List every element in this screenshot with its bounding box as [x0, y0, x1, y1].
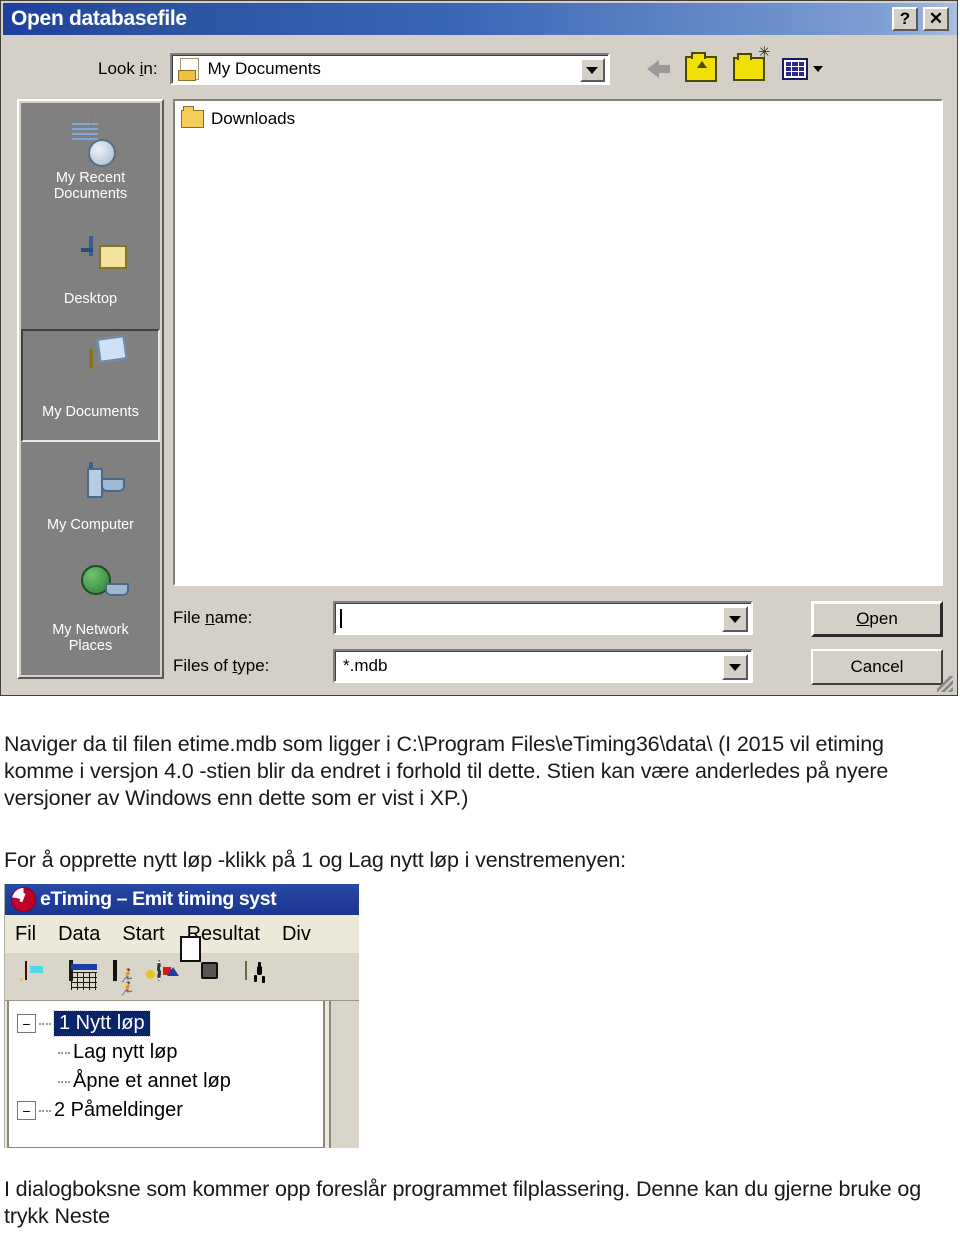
place-label: My Computer — [46, 516, 135, 533]
file-list[interactable]: Downloads — [173, 99, 943, 586]
my-computer-icon — [64, 461, 118, 514]
look-in-dropdown[interactable]: My Documents — [169, 53, 610, 85]
views-icon — [782, 58, 809, 80]
files-of-type-label: Files of type: — [173, 656, 270, 675]
look-in-label: Look in: — [98, 59, 158, 78]
recent-documents-icon — [64, 115, 118, 167]
paragraph-create-new-race: For å opprette nytt løp -klikk på 1 og L… — [4, 848, 626, 872]
place-my-recent-documents[interactable]: My Recent Documents — [21, 103, 160, 216]
back-button[interactable] — [636, 54, 670, 84]
up-one-level-button[interactable] — [684, 52, 718, 84]
dialog-title: Open databasefile — [11, 7, 187, 30]
menu-item-fil[interactable]: Fil — [15, 923, 36, 946]
my-documents-icon — [177, 58, 199, 81]
tree-item-pameldinger[interactable]: − 2 Påmeldinger — [17, 1096, 323, 1125]
place-label: My Network Places — [52, 621, 129, 654]
target-shapes-icon[interactable] — [146, 959, 187, 992]
place-my-network-places[interactable]: My Network Places — [21, 555, 160, 668]
menu-item-div[interactable]: Div — [282, 923, 311, 946]
place-my-computer[interactable]: My Computer — [21, 442, 160, 555]
places-bar: My Recent Documents Desktop My Documents … — [17, 99, 164, 679]
chevron-down-icon[interactable] — [579, 58, 605, 82]
folder-icon — [181, 106, 204, 128]
menu-item-start[interactable]: Start — [122, 923, 164, 946]
views-button[interactable] — [780, 54, 826, 84]
etiming-app-screenshot: eTiming – Emit timing syst Fil Data Star… — [4, 884, 359, 1148]
tree-connector — [39, 1109, 51, 1112]
dialog-toolbar — [636, 45, 826, 84]
look-in-row: Look in: My Documents — [1, 43, 959, 95]
resize-grip[interactable] — [937, 676, 953, 692]
collapse-icon[interactable]: − — [17, 1101, 36, 1120]
club-building-icon[interactable] — [201, 962, 231, 992]
tree-item-lag-nytt-lop[interactable]: Lag nytt løp — [17, 1038, 323, 1067]
file-name-label: File name: — [173, 608, 253, 627]
runners-film-icon[interactable]: 🏃🏃 — [113, 959, 143, 995]
place-desktop[interactable]: Desktop — [21, 216, 160, 329]
look-in-value: My Documents — [207, 59, 321, 78]
etiming-toolbar: 🏃🏃 — [5, 953, 359, 1001]
etiming-titlebar: eTiming – Emit timing syst — [5, 884, 359, 915]
open-databasefile-dialog: Open databasefile ? ✕ Look in: My Docume… — [0, 0, 958, 696]
spreadsheet-icon[interactable] — [69, 959, 99, 992]
text-caret — [340, 608, 342, 628]
dialog-titlebar: Open databasefile ? ✕ — [3, 3, 957, 35]
place-label: My Documents — [42, 403, 139, 420]
chevron-down-icon[interactable] — [722, 654, 748, 680]
blue-circle-icon[interactable] — [289, 962, 319, 992]
tree-item-label: Åpne et annet løp — [73, 1070, 231, 1092]
network-places-icon — [64, 566, 118, 619]
file-name-input[interactable] — [333, 601, 753, 635]
menu-item-data[interactable]: Data — [58, 923, 100, 946]
tree-connector — [58, 1080, 70, 1083]
tree-item-apne-et-annet-lop[interactable]: Åpne et annet løp — [17, 1067, 323, 1096]
my-documents-icon — [64, 348, 118, 401]
close-icon[interactable]: ✕ — [923, 7, 949, 31]
open-button[interactable]: Open — [811, 601, 943, 637]
etiming-right-panel — [329, 1001, 359, 1148]
new-folder-icon — [732, 45, 771, 81]
up-folder-icon — [684, 52, 717, 82]
file-name-row: File name: — [173, 601, 753, 635]
etiming-logo-icon — [11, 887, 36, 912]
files-of-type-dropdown[interactable]: *.mdb — [333, 649, 753, 683]
help-button[interactable]: ? — [892, 7, 918, 31]
chevron-down-icon — [813, 66, 824, 72]
tree-item-label: 2 Påmeldinger — [54, 1099, 183, 1121]
etiming-title: eTiming – Emit timing syst — [40, 888, 277, 910]
chevron-down-icon[interactable] — [722, 606, 748, 632]
files-of-type-value: *.mdb — [343, 656, 388, 675]
cancel-button[interactable]: Cancel — [811, 649, 943, 685]
etiming-navigation-tree: − 1 Nytt løp Lag nytt løp Åpne et annet … — [7, 1001, 325, 1148]
exit-door-icon[interactable] — [25, 960, 55, 992]
back-arrow-icon — [646, 60, 670, 78]
walking-person-icon[interactable] — [245, 960, 275, 992]
tree-connector — [39, 1022, 51, 1025]
file-name-label: Downloads — [211, 109, 296, 128]
tree-connector — [58, 1051, 70, 1054]
paragraph-navigate-instruction: Naviger da til filen etime.mdb som ligge… — [4, 732, 889, 810]
paragraph-dialog-suggestion: I dialogboksne som kommer opp foreslår p… — [4, 1177, 922, 1228]
place-my-documents[interactable]: My Documents — [21, 329, 160, 442]
titlebar-buttons: ? ✕ — [892, 7, 957, 31]
place-label: My Recent Documents — [53, 169, 128, 202]
tree-item-label: Lag nytt løp — [73, 1041, 178, 1063]
tree-item-label: 1 Nytt løp — [53, 1010, 151, 1037]
place-label: Desktop — [63, 290, 118, 307]
new-folder-button[interactable] — [732, 45, 771, 84]
files-of-type-row: Files of type: *.mdb — [173, 649, 753, 683]
tree-item-nytt-lop[interactable]: − 1 Nytt løp — [17, 1009, 323, 1038]
list-item[interactable]: Downloads — [181, 106, 941, 131]
desktop-icon — [64, 235, 118, 288]
collapse-icon[interactable]: − — [17, 1014, 36, 1033]
etiming-tree-wrapper: − 1 Nytt løp Lag nytt løp Åpne et annet … — [5, 1001, 359, 1148]
